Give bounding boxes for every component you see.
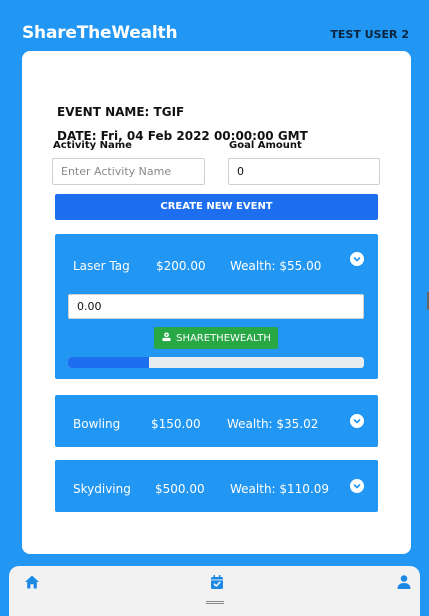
user-icon[interactable] [396, 574, 412, 594]
goal-amount-label: Goal Amount [229, 140, 302, 151]
activity-wealth: Wealth: $110.09 [230, 482, 330, 496]
activity-name-input[interactable] [52, 158, 205, 185]
home-icon[interactable] [24, 574, 40, 594]
activity-name: Skydiving [73, 482, 131, 496]
bottom-nav [9, 566, 420, 616]
activity-name: Bowling [73, 417, 121, 431]
share-the-wealth-button[interactable]: SHARETHEWEALTH [154, 327, 278, 349]
event-card: EVENT NAME: TGIF DATE: Fri, 04 Feb 2022 … [22, 51, 411, 554]
drag-handle[interactable] [206, 601, 224, 604]
create-new-event-button[interactable]: CREATE NEW EVENT [55, 194, 378, 220]
piggy-bank-icon [161, 331, 172, 345]
wealth-progress-bar [68, 357, 364, 368]
wealth-progress-fill [68, 357, 150, 368]
event-name: EVENT NAME: TGIF [57, 105, 185, 119]
activity-name-label: Activity Name [53, 140, 132, 151]
calendar-check-icon[interactable] [209, 574, 225, 594]
activity-card-skydiving[interactable]: Skydiving $500.00 Wealth: $110.09 [55, 460, 378, 512]
activity-goal: $150.00 [151, 417, 201, 431]
activity-name: Laser Tag [73, 259, 130, 273]
user-name[interactable]: TEST USER 2 [330, 28, 409, 41]
activity-goal: $500.00 [155, 482, 205, 496]
chevron-up-icon[interactable] [350, 252, 364, 266]
share-button-label: SHARETHEWEALTH [176, 332, 271, 344]
activity-wealth: Wealth: $35.02 [227, 417, 319, 431]
contribution-amount-input[interactable] [68, 294, 364, 319]
app-header: ShareTheWealth TEST USER 2 [0, 0, 429, 50]
chevron-down-icon[interactable] [350, 479, 364, 493]
activity-card-laser-tag[interactable]: Laser Tag $200.00 Wealth: $55.00 SHARETH… [55, 234, 378, 379]
app-title: ShareTheWealth [22, 23, 178, 43]
activity-card-bowling[interactable]: Bowling $150.00 Wealth: $35.02 [55, 395, 378, 447]
activity-wealth: Wealth: $55.00 [230, 259, 322, 273]
goal-amount-input[interactable] [228, 158, 380, 185]
activity-goal: $200.00 [156, 259, 206, 273]
chevron-down-icon[interactable] [350, 414, 364, 428]
